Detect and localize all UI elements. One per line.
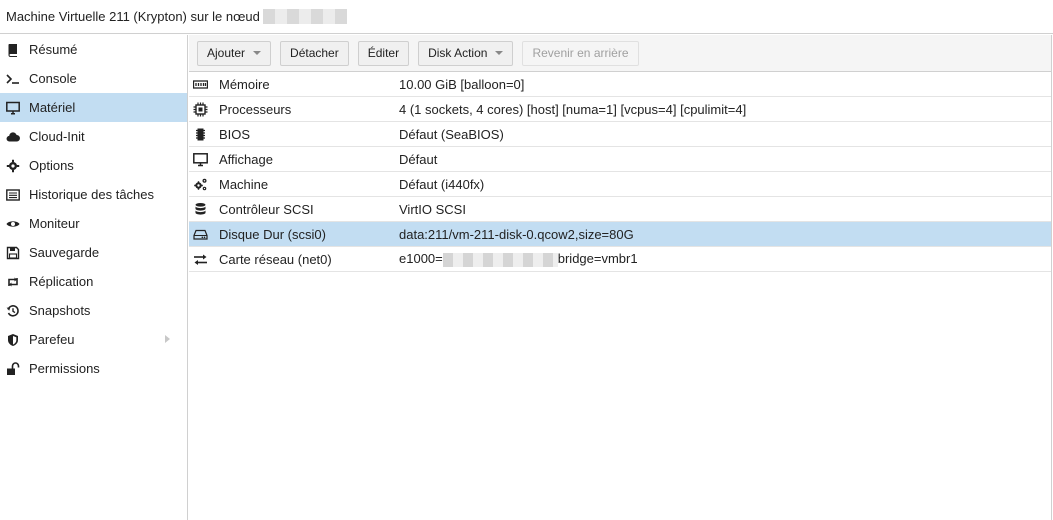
sidebar-item-console[interactable]: Console [0,64,187,93]
hardware-value: VirtIO SCSI [399,201,466,217]
gear-icon [6,159,20,173]
bridge-value: bridge=vmbr1 [557,251,638,267]
sidebar-item-moniteur[interactable]: Moniteur [0,209,187,238]
table-row[interactable]: Processeurs 4 (1 sockets, 4 cores) [host… [189,97,1051,122]
table-row[interactable]: Affichage Défaut [189,147,1051,172]
hardware-value: e1000= bridge=vmbr1 [399,251,638,267]
mac-prefix: e1000= [399,251,443,267]
unlock-icon [6,361,20,376]
sidebar-item-snapshots[interactable]: Snapshots [0,296,187,325]
hardware-value: 10.00 GiB [balloon=0] [399,76,525,92]
table-row[interactable]: Contrôleur SCSI VirtIO SCSI [189,197,1051,222]
list-icon [6,188,20,202]
hardware-grid: Mémoire 10.00 GiB [balloon=0] Processeur… [189,72,1051,272]
hardware-key: Machine [219,176,269,192]
sidebar-item-label: Permissions [29,361,100,376]
retweet-icon [6,275,20,289]
sidebar-item-materiel[interactable]: Matériel [0,93,187,122]
hardware-key: Disque Dur (scsi0) [219,226,326,242]
disk-action-button[interactable]: Disk Action [418,40,514,66]
microchip-icon [192,126,208,142]
add-button[interactable]: Ajouter [197,40,272,66]
sidebar-item-label: Historique des tâches [29,187,155,202]
book-icon [6,43,20,57]
table-row[interactable]: Mémoire 10.00 GiB [balloon=0] [189,72,1051,97]
cogs-icon [192,176,208,192]
sidebar-item-label: Console [29,71,77,86]
sidebar-item-label: Cloud-Init [29,129,85,144]
hdd-icon [192,226,208,242]
edit-button-label: Éditer [367,46,400,60]
detach-button-label: Détacher [290,46,339,60]
hardware-key: Contrôleur SCSI [219,201,314,217]
chevron-down-icon [495,51,504,55]
hardware-key: Mémoire [219,76,270,92]
terminal-icon [6,72,20,86]
desktop-icon [192,151,208,167]
sidebar-item-cloud-init[interactable]: Cloud-Init [0,122,187,151]
sidebar-item-resume[interactable]: Résumé [0,35,187,64]
sidebar-item-parefeu[interactable]: Parefeu [0,325,187,354]
sidebar-item-label: Snapshots [29,303,91,318]
history-icon [6,304,20,318]
window-titlebar: Machine Virtuelle 211 (Krypton) sur le n… [0,0,1053,34]
sidebar-item-label: Résumé [29,42,78,57]
hardware-value: 4 (1 sockets, 4 cores) [host] [numa=1] [… [399,101,747,117]
cloud-icon [6,130,20,144]
cpu-icon [192,101,208,117]
floppy-icon [6,246,20,260]
sidebar-item-label: Réplication [29,274,94,289]
hardware-value: Défaut (i440fx) [399,176,485,192]
detach-button[interactable]: Détacher [280,40,349,66]
hardware-value: Défaut [399,151,438,167]
redacted-mac-address [442,252,558,267]
table-row[interactable]: Disque Dur (scsi0) data:211/vm-211-disk-… [189,222,1051,247]
sidebar-item-label: Moniteur [29,216,80,231]
sidebar-item-label: Options [29,158,74,173]
hardware-key: Carte réseau (net0) [219,251,332,267]
exchange-icon [192,251,208,267]
window-title: Machine Virtuelle 211 (Krypton) sur le n… [6,9,260,24]
table-row[interactable]: Machine Défaut (i440fx) [189,172,1051,197]
revert-button[interactable]: Revenir en arrière [522,40,639,66]
memory-icon [192,76,208,92]
revert-button-label: Revenir en arrière [532,46,629,60]
sidebar-item-label: Matériel [29,100,76,115]
sidebar-item-options[interactable]: Options [0,151,187,180]
hardware-value: data:211/vm-211-disk-0.qcow2,size=80G [399,226,634,242]
table-row[interactable]: BIOS Défaut (SeaBIOS) [189,122,1051,147]
toolbar: Ajouter Détacher Éditer Disk Action Reve… [189,35,1051,72]
database-icon [192,201,208,217]
sidebar-item-replication[interactable]: Réplication [0,267,187,296]
hardware-key: Affichage [219,151,273,167]
main-panel: Ajouter Détacher Éditer Disk Action Reve… [189,35,1052,520]
sidebar-item-sauvegarde[interactable]: Sauvegarde [0,238,187,267]
redacted-node-name [262,9,347,24]
hardware-key: Processeurs [219,101,292,117]
expand-arrow-icon[interactable] [165,335,170,343]
sidebar-item-permissions[interactable]: Permissions [0,354,187,383]
chevron-down-icon [253,51,262,55]
table-row[interactable]: Carte réseau (net0) e1000= bridge=vmbr1 [189,247,1051,272]
edit-button[interactable]: Éditer [357,40,410,66]
sidebar-item-label: Parefeu [29,332,75,347]
desktop-icon [6,101,20,115]
shield-icon [6,333,20,347]
add-button-label: Ajouter [207,46,246,60]
sidebar: Résumé Console Matériel Cloud-Init Optio… [0,35,188,520]
sidebar-item-label: Sauvegarde [29,245,100,260]
sidebar-item-historique[interactable]: Historique des tâches [0,180,187,209]
eye-icon [6,217,20,231]
hardware-key: BIOS [219,126,251,142]
hardware-value: Défaut (SeaBIOS) [399,126,504,142]
disk-action-button-label: Disk Action [428,46,488,60]
